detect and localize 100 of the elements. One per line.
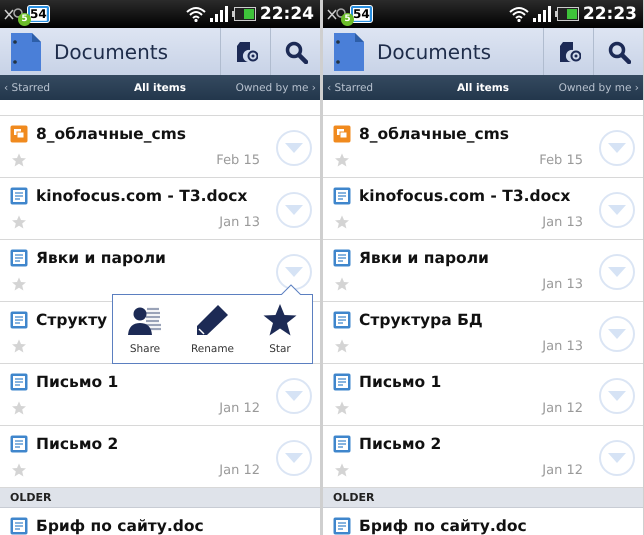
document-title: 8_облачные_cms: [36, 125, 186, 143]
document-icon: [10, 373, 28, 391]
triangle-icon: [607, 142, 627, 154]
dropdown-button[interactable]: [276, 130, 312, 166]
modified-date: Jan 12: [542, 462, 583, 478]
document-icon: [333, 435, 351, 453]
dropdown-button[interactable]: [276, 378, 312, 414]
modified-date: Jan 13: [219, 214, 260, 230]
star-icon: [262, 303, 298, 337]
star-icon[interactable]: [334, 152, 350, 168]
document-icon: [10, 435, 28, 453]
document-title: Явки и пароли: [359, 249, 489, 267]
document-title: Письмо 2: [359, 435, 442, 453]
app-title: Documents: [54, 40, 168, 64]
star-icon[interactable]: [11, 152, 27, 168]
dropdown-button[interactable]: [599, 254, 635, 290]
modified-date: Jan 13: [542, 338, 583, 354]
tab[interactable]: All items: [431, 82, 535, 94]
star-icon[interactable]: [334, 400, 350, 416]
triangle-icon: [607, 266, 627, 278]
document-icon: [333, 125, 351, 143]
document-title: Письмо 1: [359, 373, 442, 391]
search-icon: [606, 40, 630, 64]
notification-count: 5: [18, 13, 31, 26]
tab[interactable]: Owned by me ›: [212, 82, 316, 94]
star-icon[interactable]: [11, 338, 27, 354]
document-icon: [10, 125, 28, 143]
document-title: kinofocus.com - T3.docx: [359, 187, 570, 205]
star-icon[interactable]: [334, 338, 350, 354]
signal-icon: [210, 6, 228, 22]
triangle-icon: [284, 266, 304, 278]
documents-logo-icon: [333, 32, 365, 72]
modified-date: Jan 12: [542, 400, 583, 416]
clock: 22:24: [260, 4, 314, 24]
modified-date: Jan 12: [219, 462, 260, 478]
dropdown-button[interactable]: [599, 378, 635, 414]
dropdown-button[interactable]: [599, 316, 635, 352]
document-title: Письмо 1: [36, 373, 118, 391]
document-title: Бриф по сайту.doc: [36, 517, 204, 535]
share-action[interactable]: Share: [126, 303, 163, 355]
missed-call-icon: [327, 8, 346, 20]
document-title: 8_облачные_cms: [359, 125, 510, 143]
pencil-icon: [194, 303, 230, 337]
modified-date: Jan 13: [542, 214, 583, 230]
triangle-icon: [284, 452, 304, 464]
documents-logo-icon: [10, 32, 42, 72]
dropdown-button[interactable]: [276, 440, 312, 476]
star-icon[interactable]: [11, 276, 27, 292]
document-icon: [333, 373, 351, 391]
tab[interactable]: ‹ Starred: [327, 82, 431, 94]
star-action[interactable]: Star: [262, 303, 298, 355]
triangle-icon: [607, 452, 627, 464]
section-header: OLDER: [0, 488, 320, 508]
document-icon: [333, 311, 351, 329]
wifi-icon: [508, 6, 529, 22]
triangle-icon: [284, 204, 304, 216]
section-header: OLDER: [323, 488, 643, 508]
tab[interactable]: ‹ Starred: [4, 82, 108, 94]
document-icon: [333, 187, 351, 205]
tab[interactable]: Owned by me ›: [535, 82, 639, 94]
document-icon: [333, 249, 351, 267]
star-icon[interactable]: [334, 462, 350, 478]
battery-icon: [232, 7, 256, 21]
message-count: 54: [27, 5, 50, 23]
document-title: Структу: [36, 311, 108, 329]
dropdown-button[interactable]: [276, 192, 312, 228]
triangle-icon: [607, 390, 627, 402]
notification-count: 5: [341, 13, 354, 26]
dropdown-button[interactable]: [599, 130, 635, 166]
star-icon[interactable]: [334, 276, 350, 292]
document-icon: [10, 249, 28, 267]
document-icon: [10, 187, 28, 205]
triangle-icon: [284, 142, 304, 154]
star-icon[interactable]: [11, 400, 27, 416]
modified-date: Jan 12: [219, 400, 260, 416]
star-icon[interactable]: [11, 214, 27, 230]
triangle-icon: [607, 204, 627, 216]
triangle-icon: [607, 328, 627, 340]
signal-icon: [532, 6, 551, 22]
document-title: Письмо 2: [36, 435, 118, 453]
dropdown-button[interactable]: [599, 192, 635, 228]
modified-date: Jan 13: [542, 276, 583, 292]
document-title: kinofocus.com - T3.docx: [36, 187, 248, 205]
search-icon: [284, 40, 308, 64]
document-icon: [10, 311, 28, 329]
document-title: Бриф по сайту.doc: [359, 517, 527, 535]
dropdown-button[interactable]: [599, 440, 635, 476]
clock: 22:23: [582, 4, 637, 24]
app-title: Documents: [377, 40, 492, 64]
message-count: 54: [350, 5, 373, 23]
triangle-icon: [284, 390, 304, 402]
rename-action[interactable]: Rename: [190, 303, 234, 355]
star-icon[interactable]: [11, 462, 27, 478]
star-icon[interactable]: [334, 214, 350, 230]
modified-date: Feb 15: [216, 152, 260, 168]
tab[interactable]: All items: [108, 82, 212, 94]
document-title: Явки и пароли: [36, 249, 166, 267]
modified-date: Feb 15: [539, 152, 583, 168]
wifi-icon: [186, 6, 206, 22]
document-title: Структура БД: [359, 311, 483, 329]
